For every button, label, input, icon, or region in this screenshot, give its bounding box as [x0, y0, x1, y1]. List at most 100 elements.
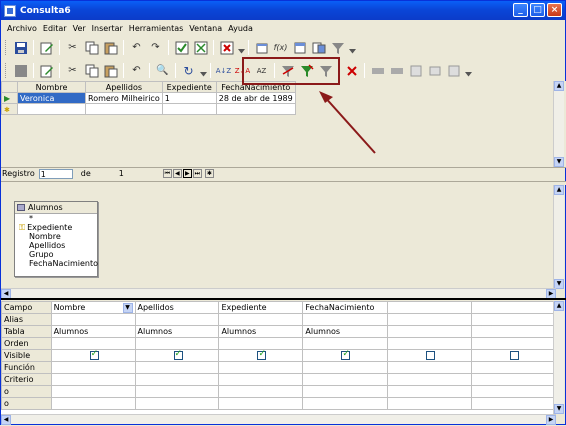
- alias-cell[interactable]: [50, 313, 136, 326]
- menu-herramientas[interactable]: Herramientas: [126, 24, 187, 33]
- distinct-values-icon[interactable]: [329, 39, 346, 56]
- orden-cell[interactable]: [302, 337, 389, 350]
- criterio-cell[interactable]: [218, 373, 304, 386]
- minimize-button[interactable]: _: [513, 3, 528, 17]
- refresh-icon[interactable]: ↻: [180, 62, 197, 79]
- clear-query-icon[interactable]: [192, 39, 209, 56]
- functions-icon[interactable]: f(x): [272, 39, 289, 56]
- campo-cell[interactable]: Nombre ▼: [50, 301, 136, 314]
- current-row-indicator[interactable]: ▶: [1, 92, 18, 104]
- scroll-up-icon[interactable]: ▲: [554, 301, 564, 311]
- tabla-cell[interactable]: Alumnos: [218, 325, 304, 338]
- visible-checkbox[interactable]: [173, 351, 183, 360]
- o-cell[interactable]: [387, 397, 472, 410]
- scroll-down-icon[interactable]: ▼: [554, 157, 564, 167]
- criteria-vscroll[interactable]: ▲ ▼: [553, 301, 564, 414]
- run-query-icon[interactable]: [173, 39, 190, 56]
- o-cell[interactable]: [50, 397, 136, 410]
- new-record-icon[interactable]: ✱: [204, 169, 214, 178]
- new-record-row[interactable]: ✱: [1, 103, 296, 115]
- o-cell[interactable]: [302, 397, 389, 410]
- column-header[interactable]: Nombre: [17, 81, 86, 93]
- o-cell[interactable]: [302, 385, 389, 398]
- table-window-alumnos[interactable]: Alumnos * ⚿ Expediente Nombre Apellidos G…: [14, 201, 98, 277]
- undo-icon[interactable]: ↶: [128, 39, 145, 56]
- field-item[interactable]: FechaNacimiento: [15, 259, 98, 268]
- record-number-field[interactable]: 1: [38, 168, 73, 179]
- visible-checkbox[interactable]: [257, 351, 267, 360]
- field-item[interactable]: Apellidos: [15, 241, 97, 250]
- orden-cell[interactable]: [218, 337, 304, 350]
- orden-cell[interactable]: [50, 337, 136, 350]
- cut-icon[interactable]: ✂: [64, 62, 81, 79]
- scroll-down-icon[interactable]: ▼: [554, 404, 564, 414]
- remove-filter-icon[interactable]: [343, 62, 360, 79]
- grid-cell[interactable]: Veronica: [17, 92, 86, 104]
- o-cell[interactable]: [134, 397, 220, 410]
- menu-insertar[interactable]: Insertar: [89, 24, 126, 33]
- scroll-left-icon[interactable]: ◀: [1, 415, 11, 425]
- criterio-cell[interactable]: [134, 373, 220, 386]
- funcion-cell[interactable]: [218, 361, 304, 374]
- campo-cell[interactable]: [387, 301, 472, 314]
- o-cell[interactable]: [218, 385, 304, 398]
- paste-icon[interactable]: [102, 39, 119, 56]
- field-item[interactable]: Nombre: [15, 232, 97, 241]
- menu-ver[interactable]: Ver: [70, 24, 89, 33]
- tabla-cell[interactable]: [470, 325, 557, 338]
- grid-cell[interactable]: 1: [161, 92, 217, 104]
- funcion-cell[interactable]: [387, 361, 472, 374]
- undo-icon[interactable]: ↶: [128, 62, 145, 79]
- funcion-cell[interactable]: [470, 361, 557, 374]
- field-item[interactable]: ⚿ Expediente: [15, 223, 97, 232]
- edit-icon[interactable]: [38, 39, 55, 56]
- paste-icon[interactable]: [102, 62, 119, 79]
- save-icon[interactable]: [12, 39, 29, 56]
- close-button[interactable]: ×: [547, 3, 562, 17]
- alias-cell[interactable]: [134, 313, 220, 326]
- tabla-cell[interactable]: Alumnos: [134, 325, 220, 338]
- add-table-icon[interactable]: [253, 39, 270, 56]
- tabla-cell[interactable]: Alumnos: [50, 325, 136, 338]
- data-to-fields-icon[interactable]: [388, 62, 405, 79]
- o-cell[interactable]: [470, 397, 557, 410]
- tabla-cell[interactable]: [387, 325, 472, 338]
- find-icon[interactable]: 🔍: [154, 62, 171, 79]
- campo-cell[interactable]: Apellidos: [134, 301, 220, 314]
- alias-cell[interactable]: [387, 313, 472, 326]
- o-cell[interactable]: [218, 397, 304, 410]
- grid-cell[interactable]: Romero Milheirico: [85, 92, 163, 104]
- campo-cell[interactable]: [470, 301, 557, 314]
- copy-icon[interactable]: [83, 62, 100, 79]
- results-vscroll[interactable]: ▲ ▼: [553, 81, 564, 167]
- redo-icon[interactable]: ↷: [147, 39, 164, 56]
- sort-ascending-icon[interactable]: A↓Z: [215, 62, 232, 79]
- delete-table-icon[interactable]: [218, 39, 235, 56]
- last-record-icon[interactable]: ⏭: [192, 169, 202, 178]
- criterio-cell[interactable]: [302, 373, 389, 386]
- chevron-down-icon[interactable]: ▼: [122, 302, 133, 313]
- funcion-cell[interactable]: [302, 361, 389, 374]
- column-header[interactable]: Expediente: [161, 81, 217, 93]
- prev-record-icon[interactable]: ◀: [172, 169, 182, 178]
- visible-checkbox[interactable]: [426, 351, 436, 360]
- column-header[interactable]: Apellidos: [85, 81, 163, 93]
- table-window-title[interactable]: Alumnos: [15, 202, 97, 214]
- next-record-icon[interactable]: ▶: [182, 169, 192, 178]
- visible-checkbox[interactable]: [341, 351, 351, 360]
- table-row[interactable]: ▶ Veronica Romero Milheirico 1 28 de abr…: [1, 92, 296, 104]
- scroll-right-icon[interactable]: ▶: [546, 415, 556, 425]
- criterio-cell[interactable]: [470, 373, 557, 386]
- field-item[interactable]: *: [15, 214, 97, 223]
- cut-icon[interactable]: ✂: [64, 39, 81, 56]
- table-name-icon[interactable]: [291, 39, 308, 56]
- funcion-cell[interactable]: [134, 361, 220, 374]
- save-record-icon[interactable]: [12, 62, 29, 79]
- campo-cell[interactable]: Expediente: [218, 301, 304, 314]
- menu-ayuda[interactable]: Ayuda: [225, 24, 256, 33]
- first-record-icon[interactable]: ⏮: [162, 169, 172, 178]
- alias-cell[interactable]: [218, 313, 304, 326]
- menu-archivo[interactable]: Archivo: [4, 24, 40, 33]
- visible-checkbox[interactable]: [89, 351, 99, 360]
- design-hscroll[interactable]: ◀ ▶: [1, 288, 556, 299]
